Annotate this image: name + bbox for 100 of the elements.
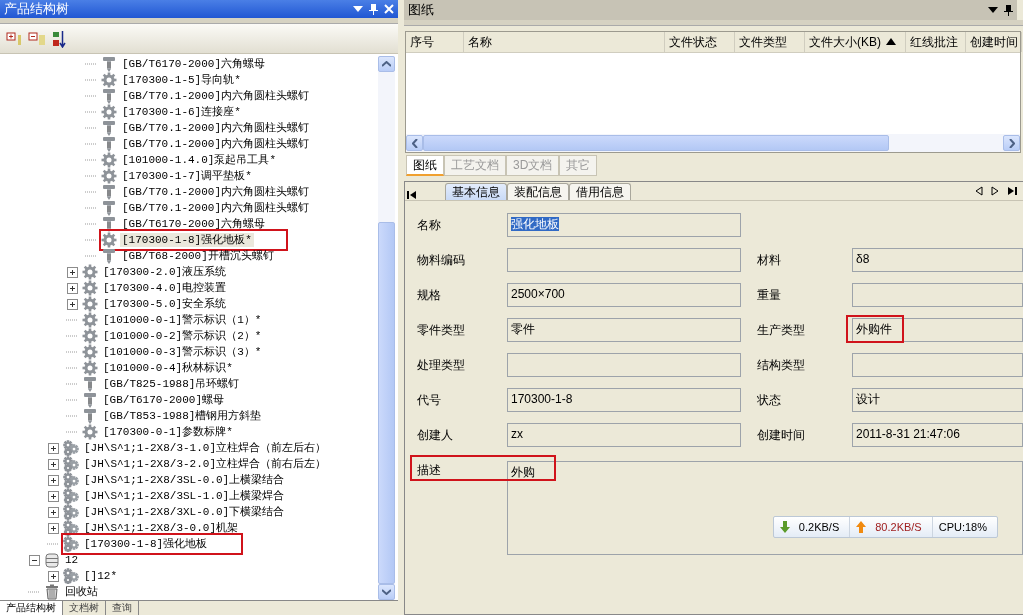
tree-item[interactable]: [170300-1-8]强化地板* <box>120 233 254 247</box>
tree-item[interactable]: [170300-1-6]连接座* <box>120 105 243 119</box>
input-field[interactable]: 设计 <box>852 388 1023 412</box>
expand-all-icon[interactable] <box>6 30 22 47</box>
tree-connector <box>66 431 78 433</box>
tree-item[interactable]: [GB/T6170-2000]六角螺母 <box>120 57 268 71</box>
tree-item[interactable]: [JH\S^1;1-2X8/3-1.0]立柱焊合（前左后右） <box>82 441 329 455</box>
text-area[interactable]: 外购 0.2KB/S 80.2KB/S CPU:18% <box>507 461 1023 555</box>
sort-icon[interactable] <box>52 29 66 48</box>
tree-item[interactable]: [170300-1-8]强化地板 <box>82 537 210 551</box>
tab[interactable]: 产品结构树 <box>0 601 63 615</box>
tree-item[interactable]: [170300-2.0]液压系统 <box>101 265 229 279</box>
expand-icon[interactable] <box>66 266 78 278</box>
tree-item[interactable]: [170300-1-5]导向轨* <box>120 73 243 87</box>
tree-item[interactable]: []12* <box>82 569 119 583</box>
column-header[interactable]: 文件状态 <box>665 32 735 52</box>
expand-icon[interactable] <box>47 474 59 486</box>
scrollbar[interactable] <box>378 56 395 600</box>
column-header[interactable]: 名称 <box>464 32 665 52</box>
expand-icon[interactable] <box>47 490 59 502</box>
tree-item[interactable]: [JH\S^1;1-2X8/3SL-0.0]上横梁结合 <box>82 473 287 487</box>
tree-item[interactable]: [GB/T6170-2000]六角螺母 <box>120 217 268 231</box>
expand-icon[interactable] <box>66 282 78 294</box>
tree-item[interactable]: [GB/T68-2000]开槽沉头螺钉 <box>120 249 276 263</box>
pin-icon[interactable] <box>369 3 378 15</box>
tree-item[interactable]: 12 <box>63 553 81 567</box>
dropdown-icon[interactable] <box>353 5 363 13</box>
column-header[interactable]: 文件类型 <box>735 32 805 52</box>
tree-item[interactable]: [101000-0-4]秋林标识* <box>101 361 235 375</box>
download-arrow-icon <box>779 521 790 533</box>
pin-icon[interactable] <box>1004 4 1013 16</box>
scroll-up-icon[interactable] <box>382 61 391 67</box>
expand-icon[interactable] <box>66 298 78 310</box>
tree-item[interactable]: [GB/T70.1-2000]内六角圆柱头螺钉 <box>120 201 312 215</box>
column-header[interactable]: 红线批注 <box>906 32 966 52</box>
gear-icon <box>82 296 98 312</box>
close-icon[interactable] <box>384 4 394 14</box>
input-field[interactable] <box>507 353 741 377</box>
tree-item[interactable]: [101000-1.4.0]泵起吊工具* <box>120 153 279 167</box>
input-field[interactable]: δ8 <box>852 248 1023 272</box>
last-page-icon[interactable] <box>1007 186 1017 196</box>
scroll-down-icon[interactable] <box>382 589 391 595</box>
input-field[interactable]: 外购件 <box>852 318 1023 342</box>
input-field[interactable]: 零件 <box>507 318 741 342</box>
tree-item[interactable]: [GB/T70.1-2000]内六角圆柱头螺钉 <box>120 137 312 151</box>
column-header[interactable]: 文件大小(KB) <box>805 32 906 52</box>
input-field[interactable]: 强化地板 <box>507 213 741 237</box>
tree-item[interactable]: [GB/T70.1-2000]内六角圆柱头螺钉 <box>120 89 312 103</box>
expand-icon[interactable] <box>47 458 59 470</box>
tree-item[interactable]: 回收站 <box>63 585 100 599</box>
tree-connector <box>85 63 97 65</box>
tree-item[interactable]: [101000-0-3]警示标识（3）* <box>101 345 264 359</box>
input-field[interactable]: 170300-1-8 <box>507 388 741 412</box>
scroll-right-icon[interactable] <box>1008 138 1015 148</box>
tree-item[interactable]: [170300-4.0]电控装置 <box>101 281 229 295</box>
tree-item[interactable]: [GB/T70.1-2000]内六角圆柱头螺钉 <box>120 185 312 199</box>
tab[interactable]: 基本信息 <box>445 183 507 200</box>
tree-item[interactable]: [GB/T70.1-2000]内六角圆柱头螺钉 <box>120 121 312 135</box>
tree-item[interactable]: [JH\S^1;1-2X8/3-2.0]立柱焊合（前右后左） <box>82 457 329 471</box>
tree-connector <box>28 591 40 593</box>
tree-item[interactable]: [JH\S^1;1-2X8/3SL-1.0]上横梁焊合 <box>82 489 287 503</box>
expand-icon[interactable] <box>47 522 59 534</box>
tree-item[interactable]: [101000-0-2]警示标识（2）* <box>101 329 264 343</box>
tree-item[interactable]: [170300-0-1]参数标牌* <box>101 425 235 439</box>
input-field[interactable] <box>852 353 1023 377</box>
column-header[interactable]: 创建时间 <box>966 32 1022 52</box>
expand-icon[interactable] <box>47 442 59 454</box>
input-field[interactable]: 2011-8-31 21:47:06 <box>852 423 1023 447</box>
next-icon[interactable] <box>991 186 999 196</box>
collapse-icon[interactable] <box>28 554 40 566</box>
tab[interactable]: 借用信息 <box>569 183 631 200</box>
input-field[interactable]: 2500×700 <box>507 283 741 307</box>
tab[interactable]: 装配信息 <box>507 183 569 200</box>
tree-item[interactable]: [JH\S^1;1-2X8/3XL-0.0]下横梁结合 <box>82 505 287 519</box>
tree-item[interactable]: [170300-5.0]安全系统 <box>101 297 229 311</box>
expand-icon[interactable] <box>47 506 59 518</box>
screw-icon <box>82 392 98 408</box>
scrollbar[interactable] <box>406 134 1020 152</box>
collapse-all-icon[interactable] <box>28 30 46 47</box>
tree-item[interactable]: [GB/T6170-2000]螺母 <box>101 393 227 407</box>
tree-item[interactable]: [GB/T853-1988]槽钢用方斜垫 <box>101 409 264 423</box>
input-field[interactable]: zx <box>507 423 741 447</box>
gears-icon <box>63 456 79 472</box>
tree-item[interactable]: [JH\S^1;1-2X8/3-0.0]机架 <box>82 521 241 535</box>
column-header[interactable]: 序号 <box>406 32 464 52</box>
scroll-left-icon[interactable] <box>411 138 418 148</box>
gear-icon <box>82 312 98 328</box>
gears-icon <box>63 568 79 584</box>
tree-item[interactable]: [170300-1-7]调平垫板* <box>120 169 254 183</box>
tab[interactable]: 图纸 <box>406 155 444 176</box>
dropdown-icon[interactable] <box>988 6 998 14</box>
expand-icon[interactable] <box>47 570 59 582</box>
tree-item[interactable]: [GB/T825-1988]吊环螺钉 <box>101 377 242 391</box>
input-field[interactable] <box>852 283 1023 307</box>
tree-item[interactable]: [101000-0-1]警示标识（1）* <box>101 313 264 327</box>
monitor-reading: 0.2KB/S <box>798 519 840 535</box>
input-field[interactable] <box>507 248 741 272</box>
previous-icon[interactable] <box>975 186 983 196</box>
field-label: 创建时间 <box>757 427 806 444</box>
gear-icon <box>82 344 98 360</box>
